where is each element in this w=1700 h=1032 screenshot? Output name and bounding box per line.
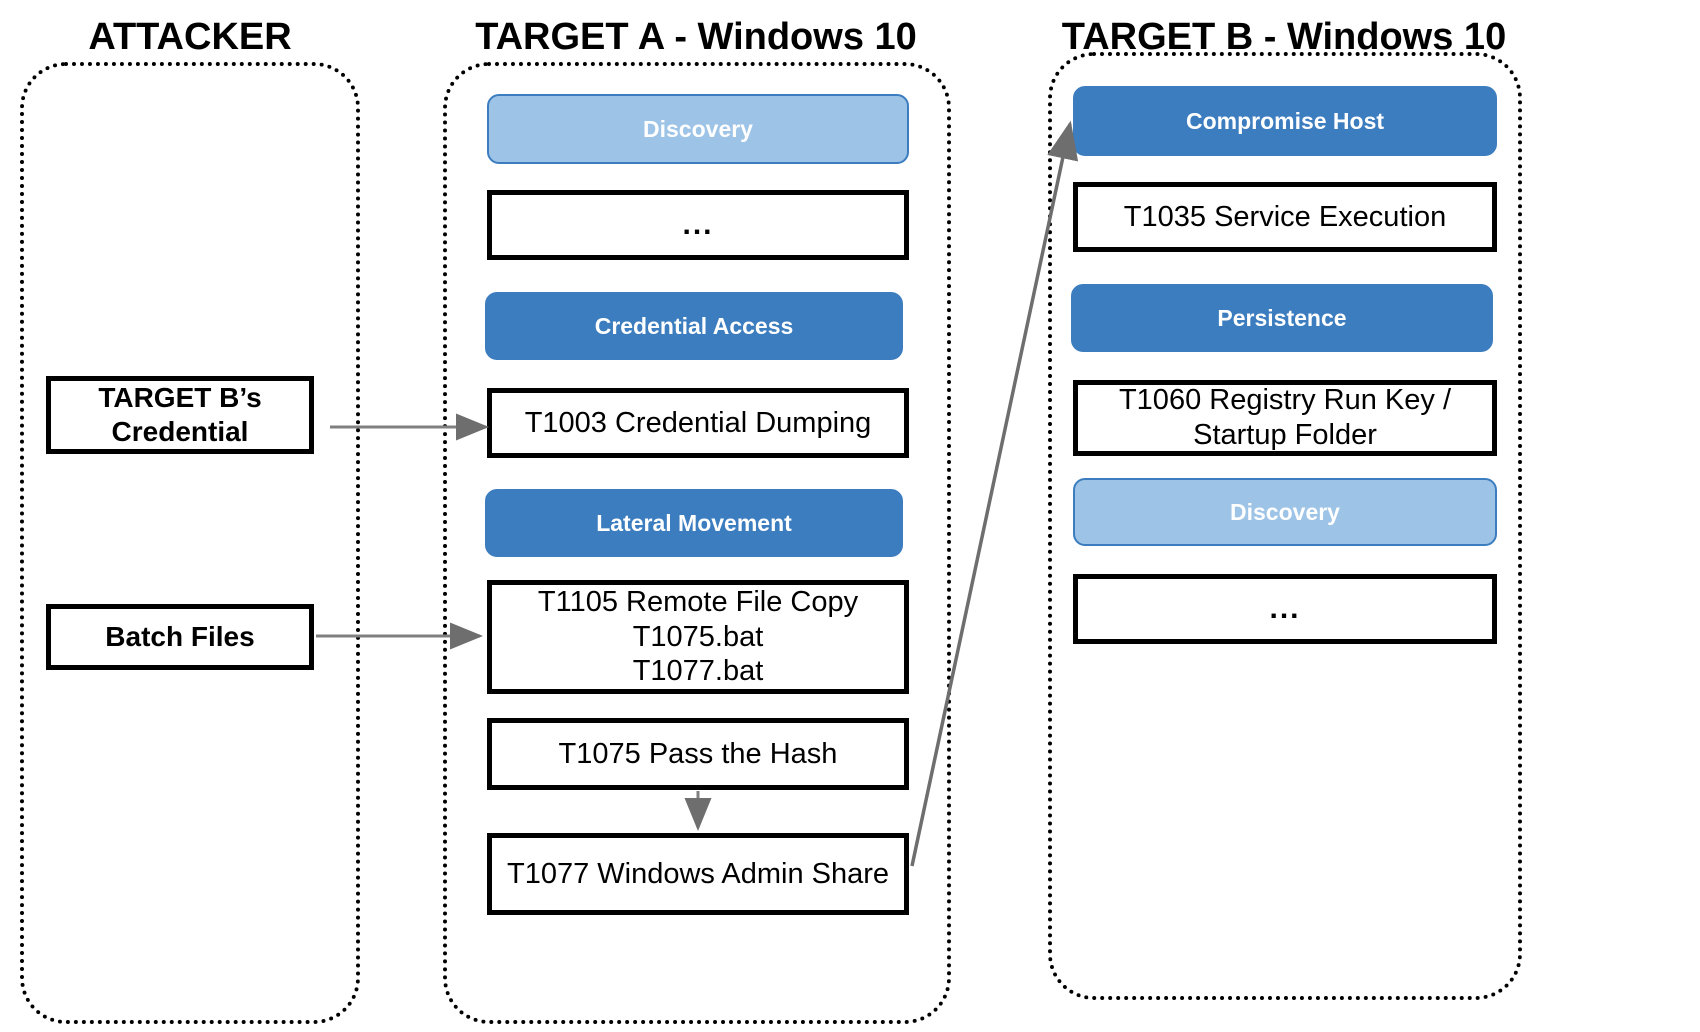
target-a-tactic-lateral-movement[interactable]: Lateral Movement [485, 489, 903, 557]
attacker-box-target-b-credential[interactable]: TARGET B’s Credential [46, 376, 314, 454]
target-b-tactic-discovery[interactable]: Discovery [1073, 478, 1497, 546]
column-title-target-a: TARGET A - Windows 10 [475, 16, 917, 58]
ellipsis-label: ... [682, 208, 714, 241]
target-a-tactic-discovery[interactable]: Discovery [487, 94, 909, 164]
target-a-technique-placeholder-1[interactable]: ... [487, 190, 909, 260]
zone-attacker [20, 62, 360, 1024]
target-b-technique-t1060-registry-run-key[interactable]: T1060 Registry Run Key / Startup Folder [1073, 380, 1497, 456]
target-b-technique-t1035-service-execution[interactable]: T1035 Service Execution [1073, 182, 1497, 252]
column-title-attacker: ATTACKER [88, 16, 292, 58]
target-b-tactic-persistence[interactable]: Persistence [1071, 284, 1493, 352]
target-b-tactic-compromise-host[interactable]: Compromise Host [1073, 86, 1497, 156]
attacker-box-batch-files[interactable]: Batch Files [46, 604, 314, 670]
attack-flow-diagram: ATTACKER TARGET A - Windows 10 TARGET B … [0, 0, 1700, 1032]
target-b-technique-placeholder-2[interactable]: ... [1073, 574, 1497, 644]
target-a-tactic-credential-access[interactable]: Credential Access [485, 292, 903, 360]
target-a-technique-t1105-remote-file-copy[interactable]: T1105 Remote File Copy T1075.bat T1077.bat [487, 580, 909, 694]
target-a-technique-t1077-windows-admin-share[interactable]: T1077 Windows Admin Share [487, 833, 909, 915]
target-a-technique-t1003-credential-dumping[interactable]: T1003 Credential Dumping [487, 388, 909, 458]
target-a-technique-t1075-pass-the-hash[interactable]: T1075 Pass the Hash [487, 718, 909, 790]
ellipsis-label: ... [1269, 592, 1301, 625]
